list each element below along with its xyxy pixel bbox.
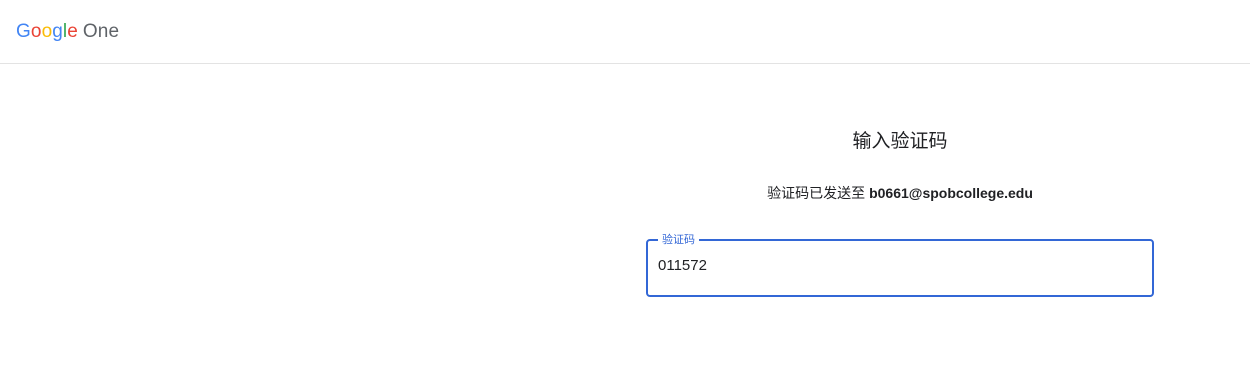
- app-header: Google One: [0, 0, 1250, 64]
- verification-code-label: 验证码: [658, 233, 699, 247]
- google-one-logo[interactable]: Google One: [16, 20, 119, 44]
- logo-letter: e: [67, 21, 78, 42]
- logo-letter: o: [41, 21, 53, 42]
- verification-code-input[interactable]: [658, 252, 1138, 280]
- logo-letter: o: [30, 21, 42, 42]
- logo-product-name: One: [82, 21, 120, 42]
- logo-letter: G: [16, 21, 31, 42]
- recipient-email: b0661@spobcollege.edu: [869, 185, 1033, 201]
- code-sent-prefix: 验证码已发送至: [767, 185, 866, 201]
- verification-code-field[interactable]: 验证码: [646, 233, 1154, 297]
- page-title: 输入验证码: [852, 131, 948, 152]
- logo-letter: g: [52, 21, 63, 42]
- code-sent-message: 验证码已发送至 b0661@spobcollege.edu: [646, 182, 1154, 204]
- verification-panel: 输入验证码 验证码已发送至 b0661@spobcollege.edu 验证码: [646, 64, 1154, 364]
